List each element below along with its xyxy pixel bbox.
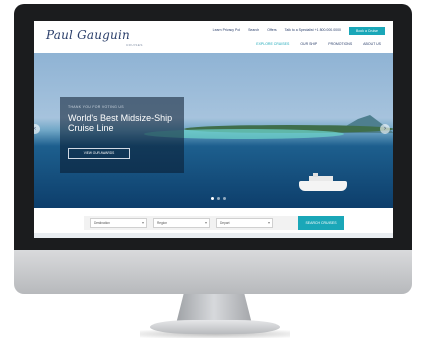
destination-select-label: Destination	[94, 221, 110, 225]
imac-monitor: Paul Gauguin CRUISES Learn Privacy Pol S…	[14, 4, 412, 294]
top-link-offers[interactable]: Offers	[267, 28, 276, 32]
top-link-search[interactable]: Search	[248, 28, 259, 32]
chevron-down-icon: ▾	[204, 220, 207, 225]
cruise-search-bar: Destination ▾ Region ▾ Depart ▾ SEARCH C…	[84, 216, 344, 230]
slide-dots	[211, 197, 226, 200]
nav-item-about[interactable]: ABOUT US	[363, 42, 381, 46]
region-select[interactable]: Region ▾	[153, 218, 210, 228]
brand-logo-sub: CRUISES	[126, 43, 143, 47]
promo-pretitle: THANK YOU FOR VOTING US	[68, 105, 124, 109]
chevron-down-icon: ▾	[141, 220, 144, 225]
top-link-0[interactable]: Learn Privacy Pol	[213, 28, 240, 32]
cruise-ship-image	[299, 173, 347, 191]
book-cruise-button[interactable]: Book a Cruise	[349, 27, 385, 35]
brand-logo[interactable]: Paul Gauguin	[46, 28, 130, 42]
top-link-specialist[interactable]: Talk to a Specialist +1 800.000.0000	[285, 28, 341, 32]
promo-box: THANK YOU FOR VOTING US World's Best Mid…	[60, 97, 184, 173]
search-cruises-button[interactable]: SEARCH CRUISES	[298, 216, 344, 230]
slide-dot-2[interactable]	[217, 197, 220, 200]
depart-select-label: Depart	[220, 221, 230, 225]
depart-select[interactable]: Depart ▾	[216, 218, 273, 228]
view-awards-button[interactable]: VIEW OUR AWARDS	[68, 148, 130, 159]
nav-item-promotions[interactable]: PROMOTIONS	[328, 42, 352, 46]
hero-slider: THANK YOU FOR VOTING US World's Best Mid…	[34, 53, 393, 208]
monitor-chin	[14, 250, 412, 294]
next-slide-icon[interactable]: ›	[380, 124, 390, 134]
destination-select[interactable]: Destination ▾	[90, 218, 147, 228]
page-footer-strip	[34, 233, 393, 238]
prev-slide-icon[interactable]: ‹	[34, 124, 40, 134]
top-links: Learn Privacy Pol Search Offers Talk to …	[213, 28, 341, 32]
main-nav: EXPLORE CRUISES OUR SHIP PROMOTIONS ABOU…	[256, 42, 381, 46]
nav-item-explore[interactable]: EXPLORE CRUISES	[256, 42, 289, 46]
promo-title: World's Best Midsize-Ship Cruise Line	[68, 113, 173, 133]
region-select-label: Region	[157, 221, 168, 225]
nav-item-ship[interactable]: OUR SHIP	[300, 42, 317, 46]
site-header: Paul Gauguin CRUISES Learn Privacy Pol S…	[34, 21, 393, 54]
chevron-down-icon: ▾	[267, 220, 270, 225]
monitor-stand-base	[150, 320, 280, 334]
slide-dot-3[interactable]	[223, 197, 226, 200]
slide-dot-1[interactable]	[211, 197, 214, 200]
screen: Paul Gauguin CRUISES Learn Privacy Pol S…	[34, 21, 393, 238]
